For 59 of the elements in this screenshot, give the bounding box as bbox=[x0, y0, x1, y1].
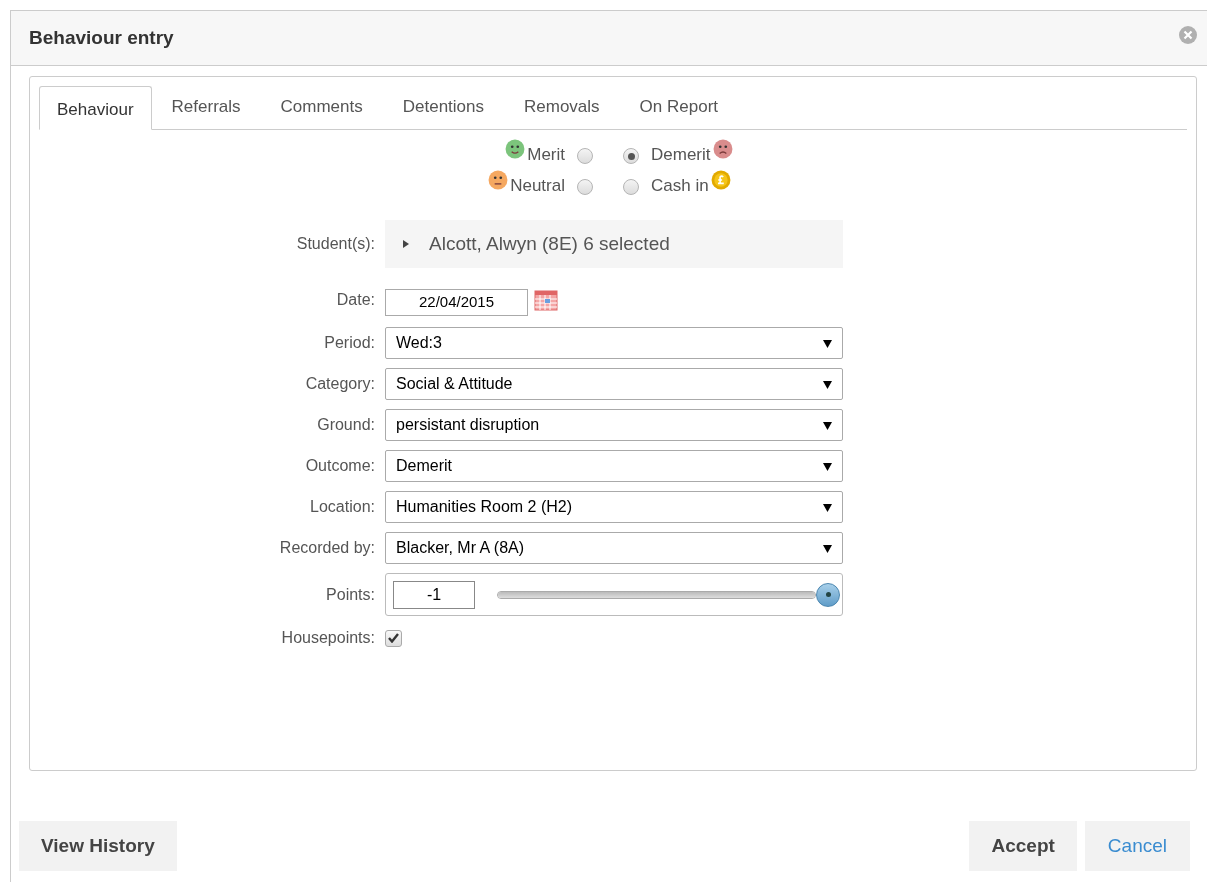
dropdown[interactable]: Social & Attitude bbox=[385, 368, 843, 400]
tab[interactable]: Behaviour bbox=[39, 86, 152, 130]
dropdown-value: Blacker, Mr A (8A) bbox=[396, 538, 525, 558]
field-label: Ground: bbox=[316, 415, 376, 435]
field-label: Period: bbox=[323, 333, 376, 353]
view-history-button[interactable]: View History bbox=[19, 821, 177, 871]
window-title: Behaviour entry bbox=[29, 25, 174, 50]
smiley-icon bbox=[505, 139, 526, 159]
dropdown-value: Social & Attitude bbox=[396, 374, 513, 394]
radio-label: Cash in bbox=[651, 174, 709, 197]
dropdown[interactable]: persistant disruption bbox=[385, 409, 843, 441]
radio-label: Merit bbox=[527, 143, 565, 166]
close-icon[interactable] bbox=[1179, 26, 1197, 44]
dropdown-value: persistant disruption bbox=[396, 415, 540, 435]
dropdown-arrow-icon bbox=[823, 461, 832, 471]
radio-label: Demerit bbox=[651, 143, 711, 166]
field-label: Student(s): bbox=[295, 234, 376, 254]
accept-button[interactable]: Accept bbox=[969, 821, 1077, 871]
caret-icon bbox=[403, 240, 409, 248]
dropdown-arrow-icon bbox=[823, 338, 832, 348]
field-label: Date: bbox=[335, 289, 376, 310]
dropdown-value: Humanities Room 2 (H2) bbox=[396, 497, 573, 517]
tab[interactable]: Detentions bbox=[382, 87, 504, 127]
dropdown-value: Demerit bbox=[396, 456, 452, 476]
pound-coin-icon bbox=[710, 170, 731, 190]
field-label: Outcome: bbox=[304, 456, 376, 476]
radio-button[interactable] bbox=[623, 179, 639, 195]
tab[interactable]: On Report bbox=[619, 87, 739, 127]
dropdown[interactable]: Wed:3 bbox=[385, 327, 843, 359]
dropdown[interactable]: Blacker, Mr A (8A) bbox=[385, 532, 843, 564]
tab[interactable]: Removals bbox=[504, 87, 620, 127]
field-label: Recorded by: bbox=[278, 538, 376, 558]
field-label: Location: bbox=[309, 497, 376, 517]
neutral-face-icon bbox=[488, 170, 509, 190]
dropdown[interactable]: Humanities Room 2 (H2) bbox=[385, 491, 843, 523]
frown-icon bbox=[712, 139, 733, 159]
dropdown-arrow-icon bbox=[823, 502, 832, 512]
field-label: Category: bbox=[304, 374, 376, 394]
dropdown[interactable]: Demerit bbox=[385, 450, 843, 482]
radio-button[interactable] bbox=[623, 148, 639, 164]
points-field[interactable]: -1 bbox=[393, 580, 475, 609]
dropdown-arrow-icon bbox=[823, 543, 832, 553]
field-label: Points: bbox=[325, 584, 376, 605]
radio-button[interactable] bbox=[577, 179, 593, 195]
dropdown-value: Wed:3 bbox=[396, 333, 442, 353]
student-selector[interactable]: Alcott, Alwyn (8E) 6 selected bbox=[385, 220, 843, 268]
radio-button[interactable] bbox=[577, 148, 593, 164]
slider-thumb[interactable] bbox=[816, 582, 840, 607]
tab[interactable]: Referrals bbox=[151, 87, 261, 127]
dropdown-arrow-icon bbox=[823, 420, 832, 430]
calendar-icon[interactable] bbox=[534, 288, 558, 311]
dropdown-arrow-icon bbox=[823, 379, 832, 389]
tab[interactable]: Comments bbox=[260, 87, 383, 127]
slider-track[interactable] bbox=[497, 590, 816, 599]
date-field[interactable]: 22/04/2015 bbox=[385, 289, 528, 316]
checkbox[interactable] bbox=[385, 629, 402, 647]
radio-label: Neutral bbox=[510, 174, 565, 197]
student-summary: Alcott, Alwyn (8E) 6 selected bbox=[429, 231, 670, 256]
field-label: Housepoints: bbox=[280, 628, 376, 648]
